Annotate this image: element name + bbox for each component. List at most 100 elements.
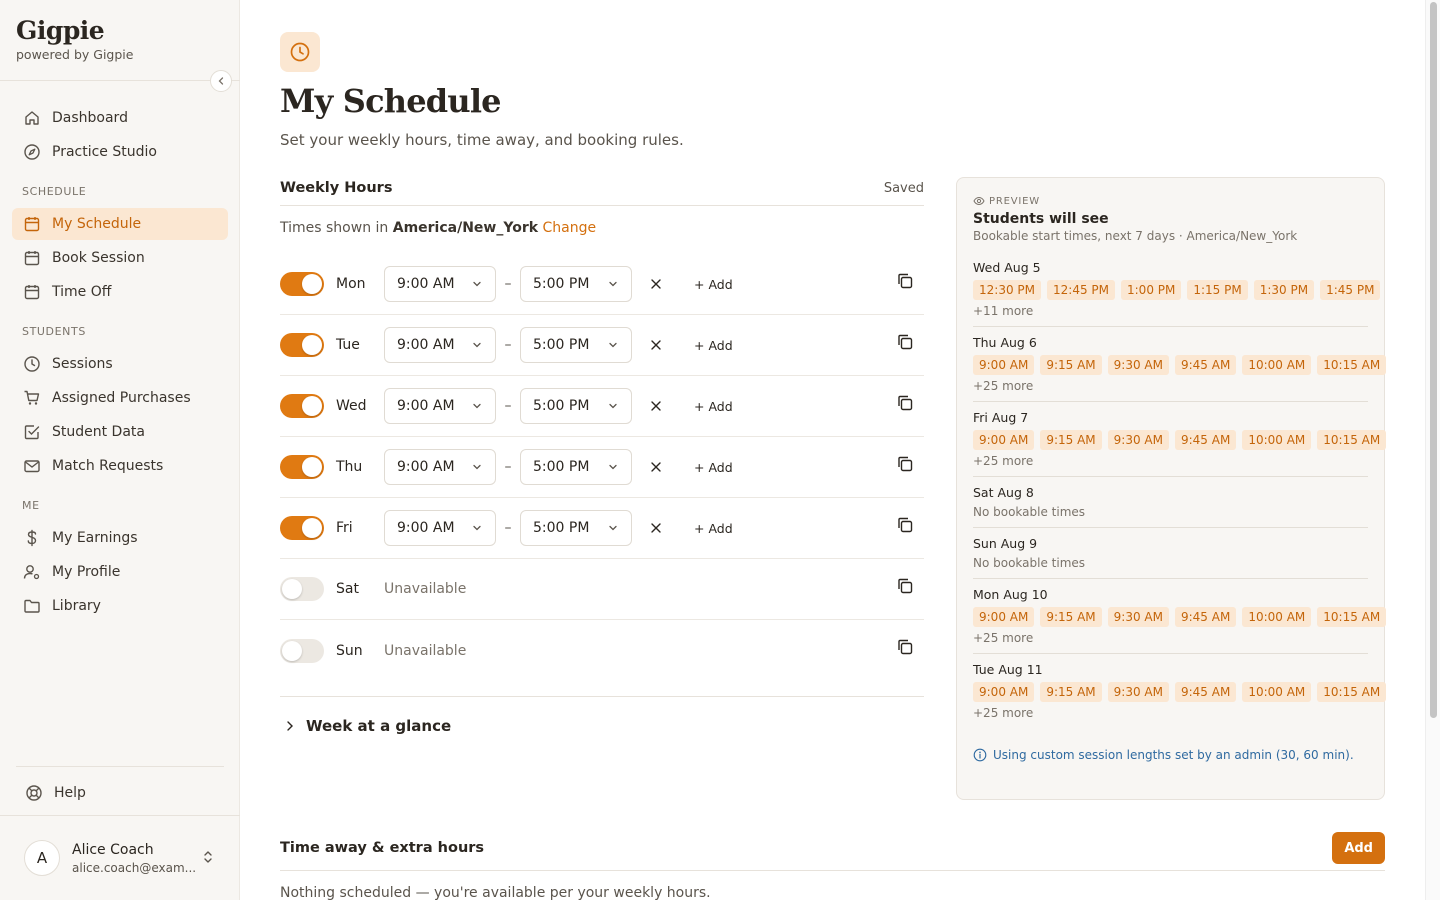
week-at-a-glance-toggle[interactable]: Week at a glance [280,717,924,735]
sidebar-item-sessions[interactable]: Sessions [12,348,228,380]
time-away-title: Time away & extra hours [280,840,485,856]
copy-day-button[interactable] [896,272,916,292]
time-chip: 10:00 AM [1242,607,1312,627]
preview-day: Sat Aug 8 No bookable times [973,485,1368,528]
copy-icon [898,517,913,533]
start-time-select[interactable]: 9:00 AM [384,266,496,302]
add-range-button[interactable]: + Add [694,338,733,353]
sidebar-item-label: Practice Studio [52,144,157,160]
brand-name: Gigpie [16,16,105,45]
add-range-button[interactable]: + Add [694,521,733,536]
toggle-knob [302,457,322,477]
day-toggle[interactable] [280,516,324,540]
sidebar-item-assigned-purchases[interactable]: Assigned Purchases [12,382,228,414]
add-range-button[interactable]: + Add [694,277,733,292]
chevron-right-icon [287,721,293,731]
start-time-select[interactable]: 9:00 AM [384,388,496,424]
change-timezone-link[interactable]: Change [543,220,597,236]
end-time-select[interactable]: 5:00 PM [520,510,632,546]
remove-range-button[interactable] [644,516,668,540]
preview-label-text: PREVIEW [989,195,1040,207]
copy-day-button[interactable] [896,638,916,658]
end-time-value: 5:00 PM [533,276,590,292]
sidebar-item-match-requests[interactable]: Match Requests [12,450,228,482]
sidebar-item-book-session[interactable]: Book Session [12,242,228,274]
sidebar-item-help[interactable]: Help [16,777,224,809]
range-dash: – [504,276,512,292]
sidebar-item-my-schedule[interactable]: My Schedule [12,208,228,240]
preview-day: Mon Aug 10 9:00 AM 9:15 AM 9:30 AM 9:45 … [973,587,1387,654]
day-toggle[interactable] [280,272,324,296]
time-chip: 9:30 AM [1107,355,1169,375]
day-toggle[interactable] [280,577,324,601]
time-chip: 1:15 PM [1187,280,1248,300]
copy-day-button[interactable] [896,394,916,414]
time-chip: 10:00 AM [1242,430,1312,450]
remove-range-button[interactable] [644,272,668,296]
timezone-value: America/New_York [392,220,539,236]
sidebar-item-time-off[interactable]: Time Off [12,276,228,308]
start-time-value: 9:00 AM [397,276,455,292]
copy-day-button[interactable] [896,333,916,353]
end-time-value: 5:00 PM [533,459,590,475]
remove-range-button[interactable] [644,394,668,418]
day-toggle[interactable] [280,333,324,357]
end-time-select[interactable]: 5:00 PM [520,266,632,302]
chevron-down-icon [609,525,617,531]
sidebar-item-library[interactable]: Library [12,590,228,622]
day-toggle[interactable] [280,455,324,479]
day-label: Thu [336,459,363,475]
unavailable-label: Unavailable [384,581,467,597]
copy-day-button[interactable] [896,455,916,475]
day-row-tue: Tue 9:00 AM – 5:00 PM + Add [280,315,924,376]
end-time-select[interactable]: 5:00 PM [520,327,632,363]
sidebar-item-my-profile[interactable]: My Profile [12,556,228,588]
time-chip: 9:00 AM [973,607,1035,627]
add-range-button[interactable]: + Add [694,460,733,475]
sidebar-item-student-data[interactable]: Student Data [12,416,228,448]
brand-subtitle: powered by Gigpie [16,47,134,62]
preview-date: Sat Aug 8 [973,485,1034,500]
day-label: Wed [336,398,367,414]
copy-icon [898,456,913,472]
brand: Gigpie powered by Gigpie [16,16,133,62]
sidebar-item-label: Student Data [52,424,145,440]
divider [280,205,924,206]
time-chip: 10:15 AM [1317,430,1387,450]
add-time-away-button[interactable]: Add [1332,832,1385,864]
start-time-select[interactable]: 9:00 AM [384,327,496,363]
time-chip: 9:30 AM [1107,607,1169,627]
avatar: A [24,840,60,876]
copy-day-button[interactable] [896,577,916,597]
scrollbar-thumb[interactable] [1430,2,1437,718]
page-scrollbar[interactable] [1425,0,1440,900]
remove-range-button[interactable] [644,455,668,479]
checkbox-icon [22,422,42,442]
sidebar-item-label: Time Off [52,284,112,300]
sidebar-item-dashboard[interactable]: Dashboard [12,102,228,134]
sidebar-item-label: Sessions [52,356,113,372]
copy-day-button[interactable] [896,516,916,536]
start-time-select[interactable]: 9:00 AM [384,510,496,546]
time-chip: 1:30 PM [1253,280,1315,300]
sidebar-item-my-earnings[interactable]: My Earnings [12,522,228,554]
sidebar-item-label: My Earnings [52,530,138,546]
nav-section-students: STUDENTS [22,325,86,338]
day-toggle[interactable] [280,394,324,418]
user-menu[interactable]: A Alice Coach alice.coach@exam... [0,815,240,900]
end-time-select[interactable]: 5:00 PM [520,388,632,424]
day-toggle[interactable] [280,638,324,663]
add-range-button[interactable]: + Add [694,399,733,414]
start-time-select[interactable]: 9:00 AM [384,449,496,485]
more-times: +25 more [973,706,1034,720]
time-chip: 9:45 AM [1174,607,1237,627]
chevron-down-icon [473,281,481,287]
end-time-value: 5:00 PM [533,520,590,536]
collapse-sidebar-button[interactable] [210,70,232,92]
day-row-thu: Thu 9:00 AM – 5:00 PM + Add [280,437,924,498]
clock-icon [22,354,42,374]
end-time-select[interactable]: 5:00 PM [520,449,632,485]
sidebar-item-practice-studio[interactable]: Practice Studio [12,136,228,168]
remove-range-button[interactable] [644,333,668,357]
no-bookable-times: No bookable times [973,556,1086,570]
